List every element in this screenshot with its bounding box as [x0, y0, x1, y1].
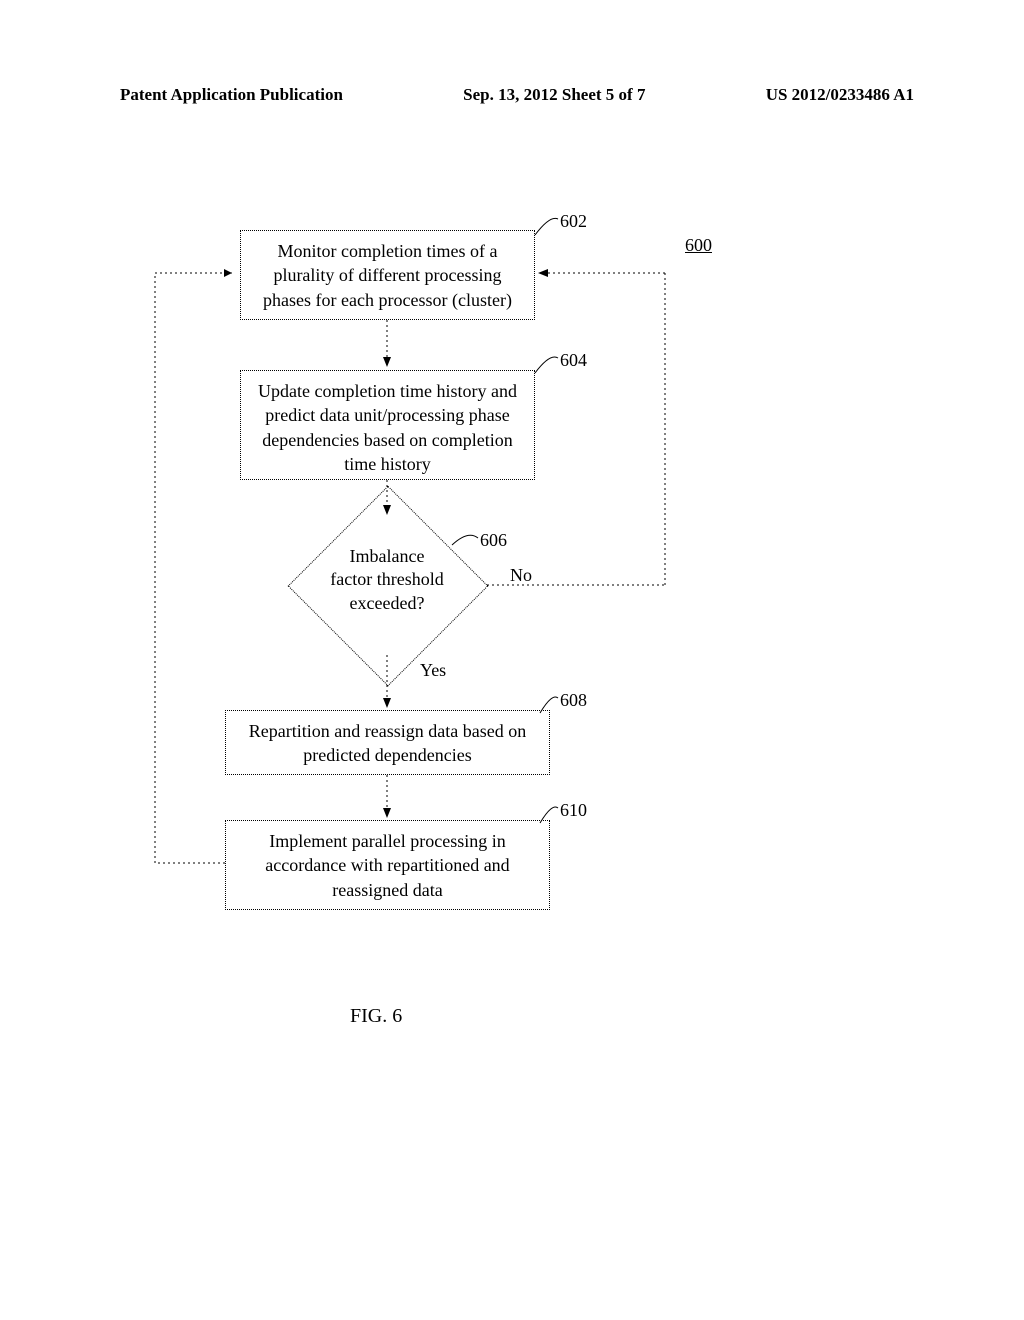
ref-604: 604: [560, 350, 587, 371]
header-center: Sep. 13, 2012 Sheet 5 of 7: [463, 85, 645, 105]
decision-606-line2: factor threshold: [330, 569, 443, 589]
decision-606-line1: Imbalance: [350, 546, 425, 566]
label-yes: Yes: [420, 660, 446, 681]
process-box-604: Update completion time history and predi…: [240, 370, 535, 480]
process-box-602: Monitor completion times of a plurality …: [240, 230, 535, 320]
ref-608: 608: [560, 690, 587, 711]
connectors-svg: [0, 195, 1024, 1145]
ref-600: 600: [685, 235, 712, 256]
header-left: Patent Application Publication: [120, 85, 343, 105]
label-no: No: [510, 565, 532, 586]
figure-caption: FIG. 6: [350, 1005, 402, 1028]
header-right: US 2012/0233486 A1: [766, 85, 914, 105]
decision-606-text: Imbalance factor threshold exceeded?: [287, 545, 487, 615]
ref-602: 602: [560, 211, 587, 232]
figure-600: 600 602 604 606 608 610 Monitor completi…: [0, 195, 1024, 1145]
ref-610: 610: [560, 800, 587, 821]
page-header: Patent Application Publication Sep. 13, …: [0, 85, 1024, 105]
process-box-608: Repartition and reassign data based on p…: [225, 710, 550, 775]
decision-606-line3: exceeded?: [350, 593, 425, 613]
process-box-610: Implement parallel processing in accorda…: [225, 820, 550, 910]
